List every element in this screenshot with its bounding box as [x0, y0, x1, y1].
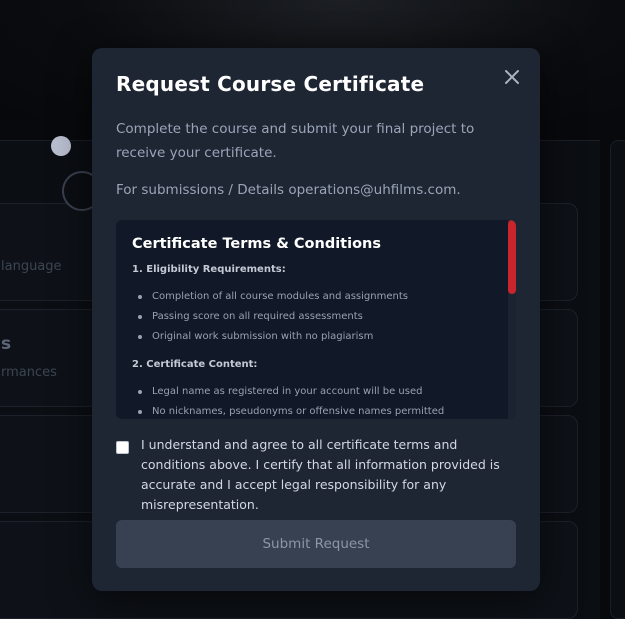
modal-intro-text: Complete the course and submit your fina… — [116, 121, 475, 161]
terms-list: Completion of all course modules and ass… — [132, 287, 496, 347]
agree-checkbox[interactable] — [116, 441, 129, 454]
certificate-request-modal: Request Course Certificate Complete the … — [92, 48, 540, 591]
terms-list: Legal name as registered in your account… — [132, 382, 496, 419]
background-card-text: language — [1, 259, 62, 274]
terms-scroll-box[interactable]: Certificate Terms & Conditions 1. Eligib… — [116, 220, 516, 419]
modal-contact-text: For submissions / Details operations@uhf… — [116, 182, 461, 198]
background-side-panel — [610, 140, 625, 619]
terms-scrollbar-thumb[interactable] — [508, 220, 516, 294]
terms-list-item: Legal name as registered in your account… — [132, 382, 496, 402]
submit-request-button[interactable]: Submit Request — [116, 520, 516, 568]
terms-list-item: Passing score on all required assessment… — [132, 307, 496, 327]
progress-dot-icon — [51, 136, 71, 156]
terms-list-item: Completion of all course modules and ass… — [132, 287, 496, 307]
terms-title: Certificate Terms & Conditions — [132, 236, 381, 252]
terms-list-item: No nicknames, pseudonyms or offensive na… — [132, 402, 496, 419]
agree-label: I understand and agree to all certificat… — [141, 437, 500, 512]
terms-list-item: Original work submission with no plagiar… — [132, 327, 496, 347]
background-card-heading: s — [1, 334, 12, 354]
background-card-text: rmances — [1, 365, 57, 380]
modal-title: Request Course Certificate — [116, 72, 425, 96]
close-icon[interactable] — [501, 66, 523, 88]
terms-section-heading: 1. Eligibility Requirements: — [132, 264, 286, 275]
terms-section-heading: 2. Certificate Content: — [132, 359, 258, 370]
